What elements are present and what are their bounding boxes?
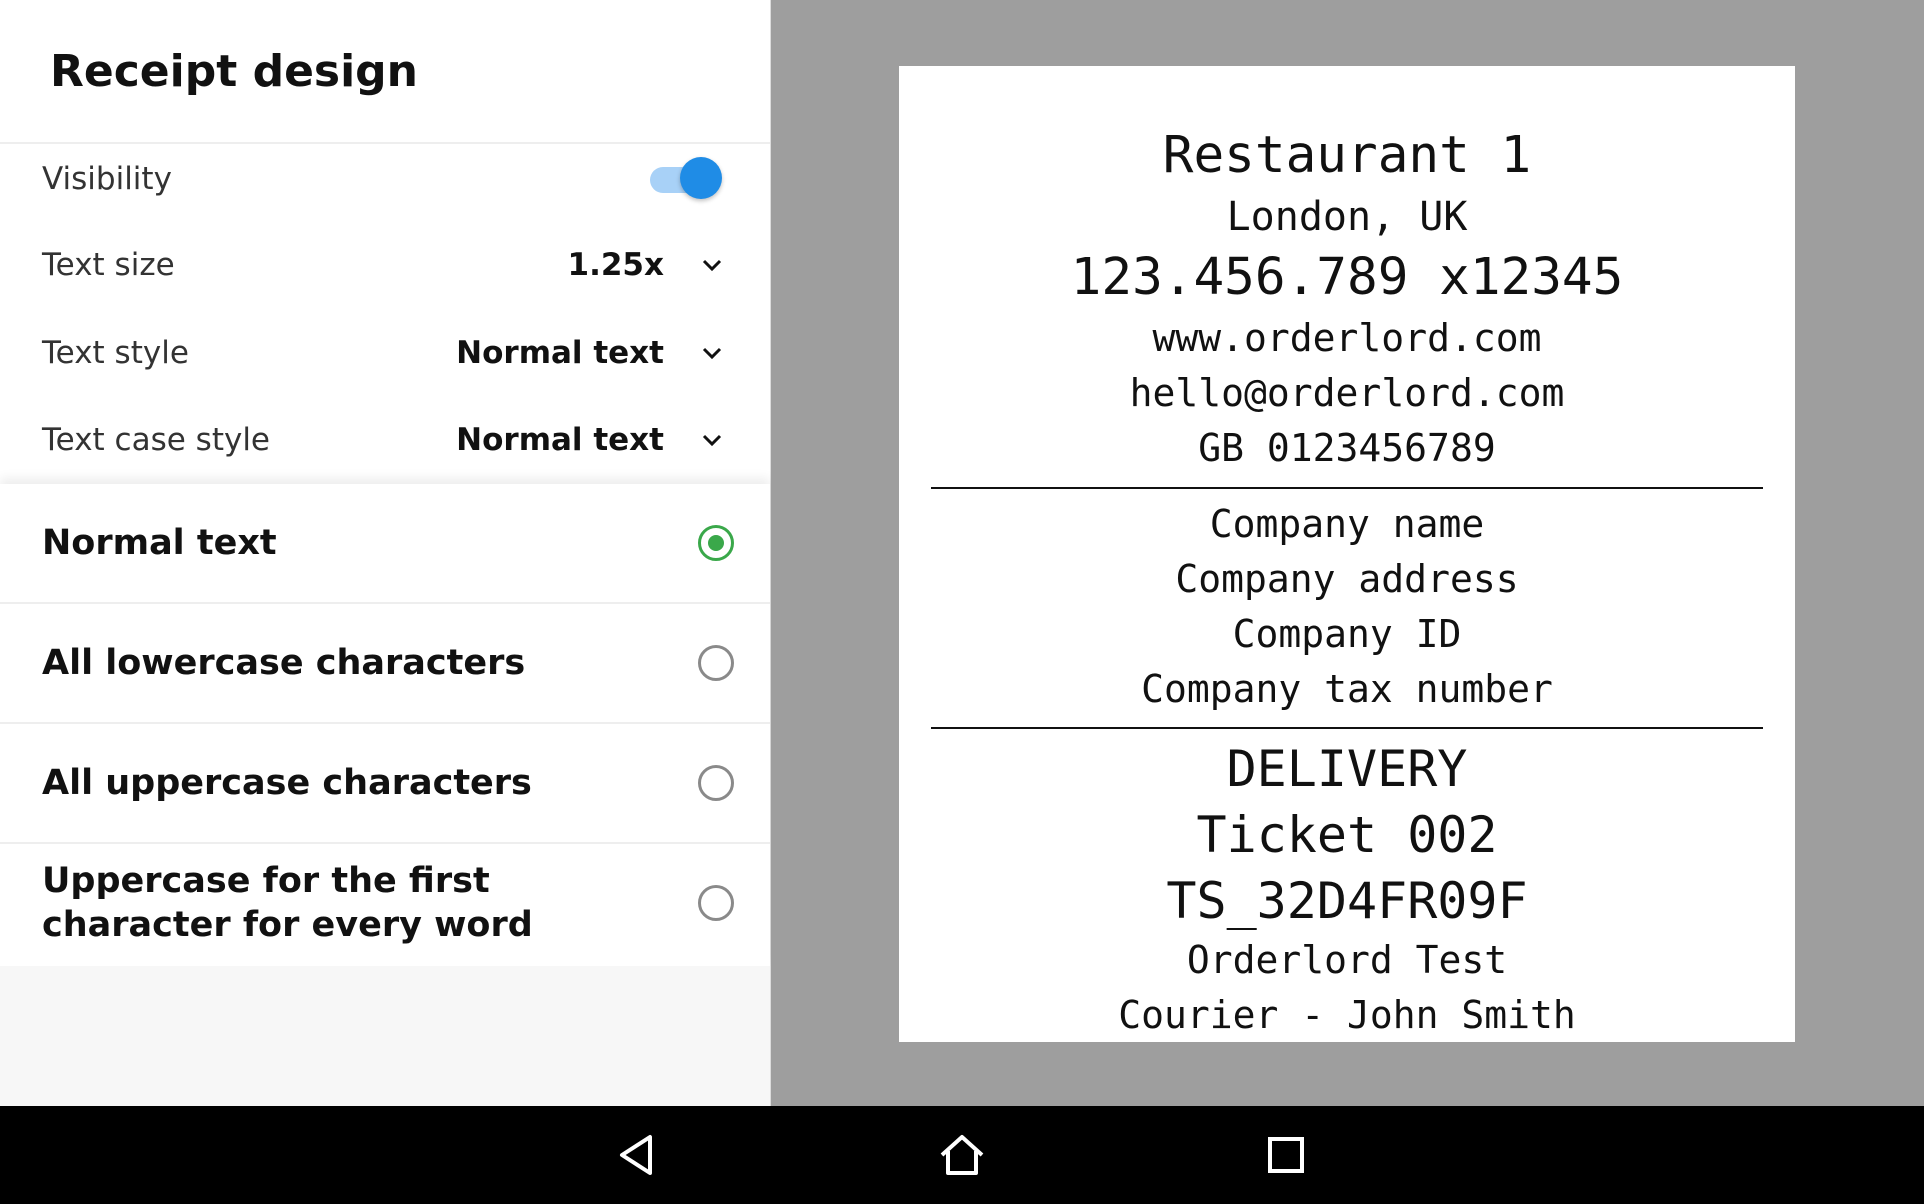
radio-unselected-icon[interactable] (698, 885, 734, 921)
radio-unselected-icon[interactable] (698, 765, 734, 801)
courier-name: Courier - John Smith (1118, 993, 1576, 1037)
text-size-label: Text size (42, 247, 175, 283)
company-name: Company name (1209, 502, 1485, 546)
settings-panel: Receipt design Visibility Text size 1.25… (0, 0, 771, 1106)
text-case-options-list: Normal text All lowercase characters All… (0, 484, 770, 966)
receipt-divider (931, 727, 1763, 729)
page-title: Receipt design (50, 46, 419, 97)
chevron-down-icon[interactable] (700, 345, 724, 361)
restaurant-vat: GB 0123456789 (1198, 426, 1496, 470)
radio-selected-icon[interactable] (698, 525, 734, 561)
panel-empty-area (0, 966, 770, 1106)
order-type: DELIVERY (1226, 740, 1468, 798)
back-icon[interactable] (610, 1127, 666, 1183)
option-capitalize-words[interactable]: Uppercase for the first character for ev… (0, 844, 770, 962)
text-style-value[interactable]: Normal text (456, 335, 664, 371)
text-case-style-row[interactable]: Text case style Normal text (0, 397, 770, 483)
customer-name: Orderlord Test (1186, 938, 1508, 982)
restaurant-email: hello@orderlord.com (1129, 371, 1565, 415)
option-label: All uppercase characters (42, 763, 532, 803)
text-style-label: Text style (42, 335, 189, 371)
receipt-preview: Restaurant 1 London, UK 123.456.789 x123… (899, 66, 1795, 1042)
visibility-toggle[interactable] (650, 157, 722, 201)
receipt-divider (931, 487, 1763, 489)
option-label: All lowercase characters (42, 643, 526, 683)
company-address: Company address (1175, 557, 1519, 601)
restaurant-phone: 123.456.789 x12345 (1070, 248, 1624, 307)
text-size-row[interactable]: Text size 1.25x (0, 222, 770, 308)
chevron-down-icon[interactable] (700, 432, 724, 448)
order-code: TS_32D4FR09F (1166, 872, 1528, 930)
option-all-uppercase[interactable]: All uppercase characters (0, 724, 770, 844)
home-icon[interactable] (934, 1127, 990, 1183)
ticket-number: Ticket 002 (1196, 806, 1498, 864)
recents-icon[interactable] (1258, 1127, 1314, 1183)
radio-unselected-icon[interactable] (698, 645, 734, 681)
visibility-row[interactable]: Visibility (0, 136, 770, 222)
company-id: Company ID (1232, 612, 1462, 656)
option-label: Uppercase for the first character for ev… (42, 861, 533, 945)
visibility-label: Visibility (42, 161, 172, 197)
chevron-down-icon[interactable] (700, 257, 724, 273)
text-case-style-label: Text case style (42, 422, 271, 458)
option-normal-text[interactable]: Normal text (0, 484, 770, 604)
company-tax-number: Company tax number (1141, 667, 1553, 711)
text-style-row[interactable]: Text style Normal text (0, 310, 770, 396)
restaurant-name: Restaurant 1 (1162, 126, 1532, 185)
option-label: Normal text (42, 523, 277, 563)
option-all-lowercase[interactable]: All lowercase characters (0, 604, 770, 724)
restaurant-location: London, UK (1226, 194, 1468, 240)
text-case-style-value[interactable]: Normal text (456, 422, 664, 458)
system-nav-bar (0, 1106, 1924, 1204)
restaurant-website: www.orderlord.com (1152, 316, 1542, 360)
text-size-value[interactable]: 1.25x (568, 247, 664, 283)
receipt-preview-area: Restaurant 1 London, UK 123.456.789 x123… (771, 0, 1924, 1106)
toggle-thumb (680, 157, 722, 199)
